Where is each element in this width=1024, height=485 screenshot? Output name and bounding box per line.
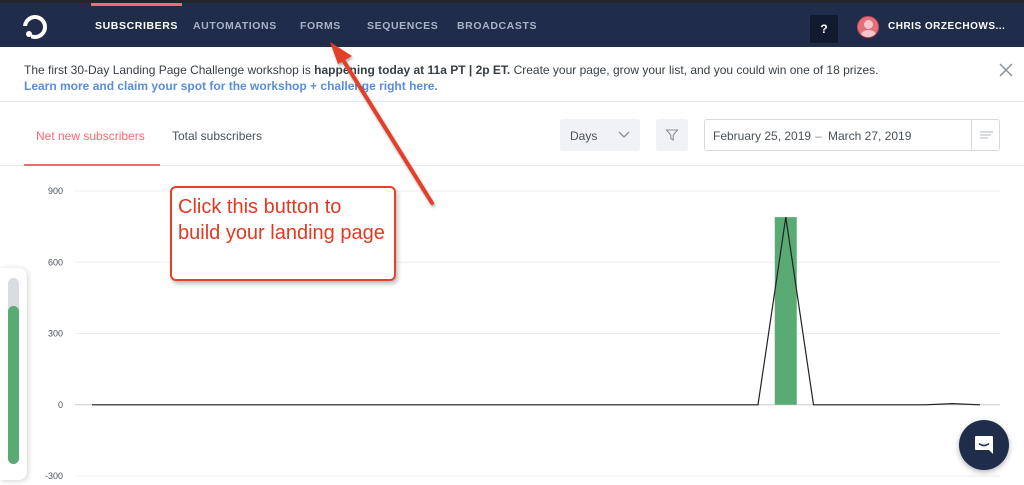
y-tick-label: 0 — [58, 400, 63, 410]
chart-bar-0[interactable] — [774, 217, 797, 405]
convertkit-logo-icon[interactable] — [22, 14, 48, 40]
date-end[interactable]: March 27, 2019 — [828, 129, 911, 143]
chart-toolbar: Net new subscribers Total subscribers Da… — [0, 102, 1024, 166]
nav-subscribers[interactable]: SUBSCRIBERS — [90, 3, 183, 47]
announcement-banner: The first 30-Day Landing Page Challenge … — [0, 47, 1024, 102]
annotation-text: Click this button to build your landing … — [178, 196, 385, 244]
date-start[interactable]: February 25, 2019 — [713, 129, 811, 143]
close-icon[interactable] — [998, 62, 1014, 78]
date-range-picker[interactable]: February 25, 2019 – March 27, 2019 — [704, 119, 1000, 151]
y-tick-label: 600 — [48, 257, 63, 267]
chat-launcher-button[interactable] — [959, 420, 1009, 470]
tab-net-new-subscribers[interactable]: Net new subscribers — [36, 129, 145, 143]
top-nav: SUBSCRIBERS AUTOMATIONS FORMS SEQUENCES … — [0, 0, 1024, 47]
subscribers-chart: 900 600 300 0 -300 — [45, 186, 1000, 481]
chat-icon — [975, 436, 993, 454]
announcement-text-bold: happening today at 11a PT | 2p ET. — [314, 63, 511, 77]
nav-broadcasts[interactable]: BROADCASTS — [457, 3, 537, 47]
announcement-text-end: Create your page, grow your list, and yo… — [510, 63, 879, 77]
tab-total-subscribers[interactable]: Total subscribers — [172, 129, 262, 143]
user-menu[interactable]: CHRIS ORZECHOWS... — [888, 3, 1005, 51]
y-axis-ticks: 900 600 300 0 -300 — [45, 186, 63, 481]
progress-fill — [8, 305, 19, 464]
date-menu-button[interactable] — [971, 120, 1000, 150]
chevron-down-icon — [618, 131, 630, 138]
announcement-text: The first 30-Day Landing Page Challenge … — [24, 63, 878, 77]
chart-bars — [774, 217, 797, 405]
funnel-icon — [665, 129, 679, 141]
help-button[interactable]: ? — [810, 15, 838, 43]
interval-select-label: Days — [570, 129, 598, 143]
annotation-callout: Click this button to build your landing … — [170, 186, 396, 281]
interval-select[interactable]: Days — [560, 119, 640, 151]
progress-track — [8, 278, 19, 464]
filter-button[interactable] — [656, 119, 688, 151]
y-tick-label: 900 — [48, 186, 63, 196]
announcement-text-start: The first 30-Day Landing Page Challenge … — [24, 63, 315, 77]
active-tab-indicator — [24, 164, 160, 166]
nav-automations[interactable]: AUTOMATIONS — [193, 3, 277, 47]
progress-widget[interactable] — [0, 268, 27, 480]
y-tick-label: 300 — [48, 329, 63, 339]
nav-sequences[interactable]: SEQUENCES — [367, 3, 438, 47]
date-separator: – — [815, 129, 822, 143]
menu-lines-icon — [980, 131, 993, 139]
nav-forms[interactable]: FORMS — [300, 3, 341, 47]
user-avatar[interactable] — [857, 16, 879, 38]
announcement-link[interactable]: Learn more and claim your spot for the w… — [24, 79, 438, 93]
y-tick-label: -300 — [45, 471, 63, 481]
